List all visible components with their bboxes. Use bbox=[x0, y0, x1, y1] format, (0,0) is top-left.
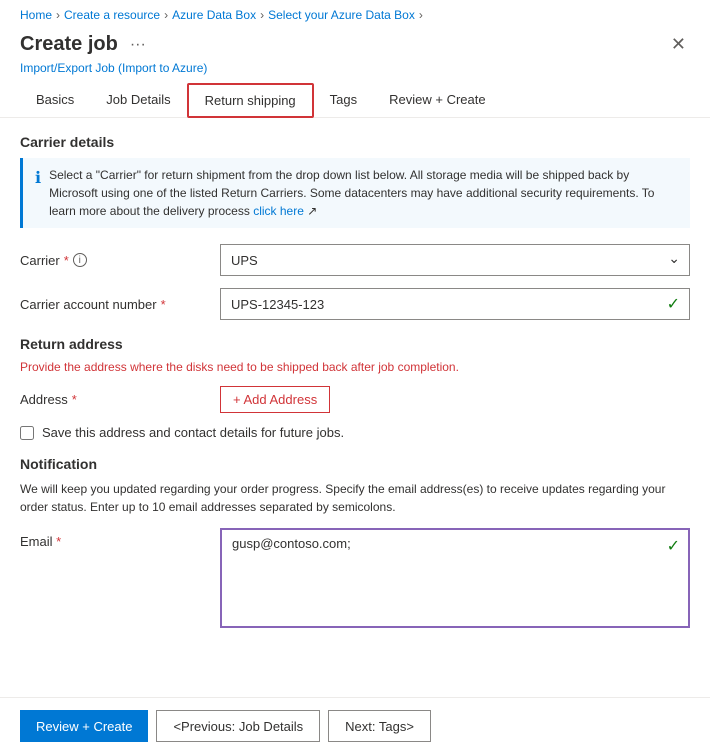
ellipsis-button[interactable]: ··· bbox=[126, 34, 150, 56]
address-section-desc: Provide the address where the disks need… bbox=[20, 360, 690, 374]
review-create-button[interactable]: Review + Create bbox=[20, 710, 148, 742]
email-check-icon: ✓ bbox=[667, 536, 680, 556]
carrier-select[interactable]: UPS FedEx DHL bbox=[220, 244, 690, 276]
carrier-select-wrap: UPS FedEx DHL bbox=[220, 244, 690, 276]
content-area: Carrier details ℹ Select a "Carrier" for… bbox=[0, 118, 710, 697]
header-row: Create job ··· ✕ bbox=[0, 26, 710, 61]
breadcrumb-azure-data-box[interactable]: Azure Data Box bbox=[172, 8, 256, 22]
info-text: Select a "Carrier" for return shipment f… bbox=[49, 166, 678, 220]
tabs-bar: Basics Job Details Return shipping Tags … bbox=[0, 83, 710, 118]
save-address-checkbox[interactable] bbox=[20, 426, 34, 440]
carrier-row: Carrier * i UPS FedEx DHL bbox=[20, 244, 690, 276]
tab-basics[interactable]: Basics bbox=[20, 83, 90, 118]
carrier-account-input[interactable] bbox=[220, 288, 690, 320]
breadcrumb: Home › Create a resource › Azure Data Bo… bbox=[0, 0, 710, 26]
page-subtitle: Import/Export Job (Import to Azure) bbox=[0, 61, 710, 83]
carrier-account-input-wrap: ✓ bbox=[220, 288, 690, 320]
address-section-title: Return address bbox=[20, 336, 690, 352]
address-control-wrap: + Add Address bbox=[220, 386, 690, 413]
footer: Review + Create <Previous: Job Details N… bbox=[0, 697, 710, 754]
carrier-label: Carrier * i bbox=[20, 253, 220, 268]
email-textarea[interactable]: gusp@contoso.com; bbox=[220, 528, 690, 628]
carrier-section-title: Carrier details bbox=[20, 134, 690, 150]
email-input-wrap: gusp@contoso.com; ✓ bbox=[220, 528, 690, 631]
breadcrumb-home[interactable]: Home bbox=[20, 8, 52, 22]
tab-tags[interactable]: Tags bbox=[314, 83, 373, 118]
add-address-button[interactable]: + Add Address bbox=[220, 386, 330, 413]
carrier-account-row: Carrier account number * ✓ bbox=[20, 288, 690, 320]
close-button[interactable]: ✕ bbox=[667, 30, 690, 59]
email-label: Email * bbox=[20, 528, 220, 549]
carrier-account-label: Carrier account number * bbox=[20, 297, 220, 312]
email-row: Email * gusp@contoso.com; ✓ bbox=[20, 528, 690, 631]
notification-section: Notification We will keep you updated re… bbox=[20, 456, 690, 631]
tab-return-shipping[interactable]: Return shipping bbox=[187, 83, 314, 118]
breadcrumb-create-resource[interactable]: Create a resource bbox=[64, 8, 160, 22]
prev-button[interactable]: <Previous: Job Details bbox=[156, 710, 320, 742]
save-address-label: Save this address and contact details fo… bbox=[42, 425, 344, 440]
tab-job-details[interactable]: Job Details bbox=[90, 83, 186, 118]
notification-section-title: Notification bbox=[20, 456, 690, 472]
page-title: Create job bbox=[20, 33, 118, 56]
info-icon: ℹ bbox=[35, 167, 41, 220]
next-button[interactable]: Next: Tags> bbox=[328, 710, 431, 742]
tab-review-create[interactable]: Review + Create bbox=[373, 83, 501, 118]
modal-container: Home › Create a resource › Azure Data Bo… bbox=[0, 0, 710, 754]
address-label: Address * bbox=[20, 392, 220, 407]
carrier-info-icon[interactable]: i bbox=[73, 253, 87, 267]
save-address-row: Save this address and contact details fo… bbox=[20, 425, 690, 440]
info-box: ℹ Select a "Carrier" for return shipment… bbox=[20, 158, 690, 228]
click-here-link[interactable]: click here bbox=[253, 204, 304, 218]
breadcrumb-select-azure-data-box[interactable]: Select your Azure Data Box bbox=[268, 8, 415, 22]
carrier-account-check-icon: ✓ bbox=[667, 294, 680, 314]
address-row: Address * + Add Address bbox=[20, 386, 690, 413]
notification-desc: We will keep you updated regarding your … bbox=[20, 480, 690, 516]
title-area: Create job ··· bbox=[20, 33, 150, 56]
